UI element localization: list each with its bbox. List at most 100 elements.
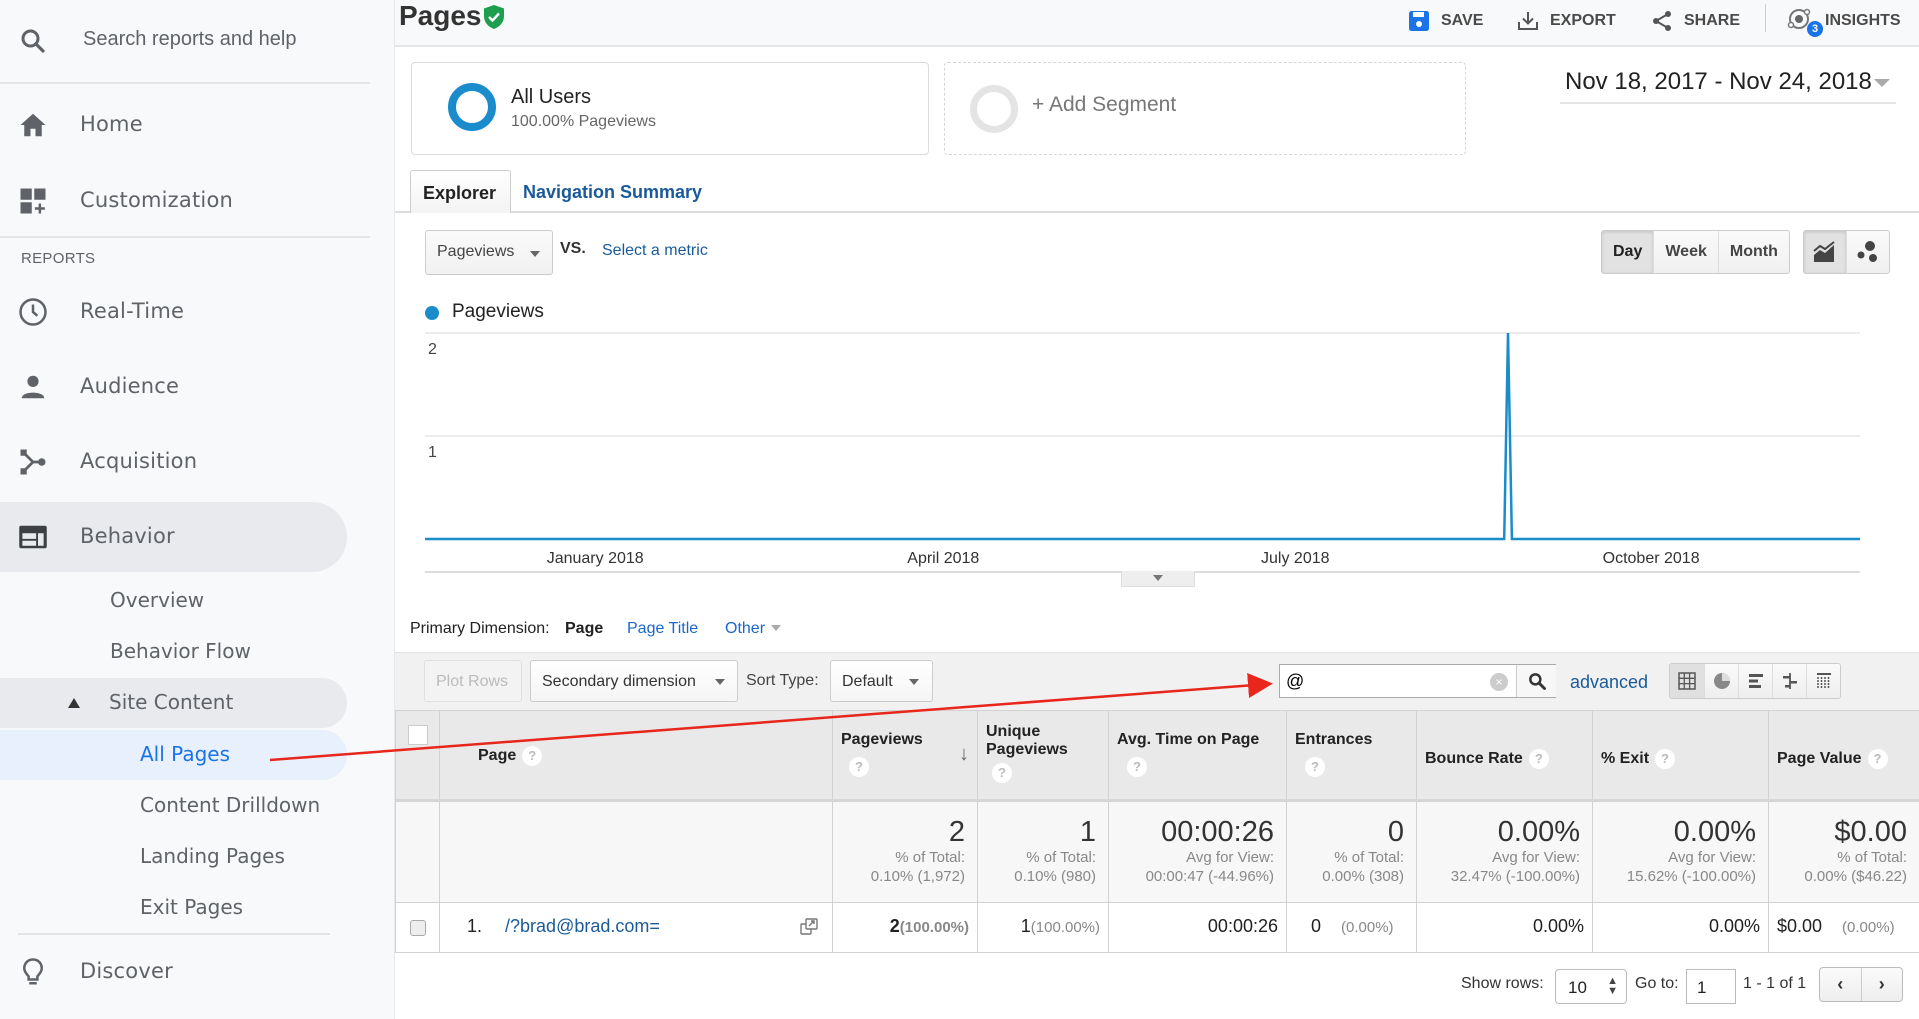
next-page-button[interactable]: › [1862, 968, 1903, 1001]
row-select-cell [395, 902, 440, 953]
sidebar-item-customization[interactable]: Customization [0, 166, 347, 236]
column-header-bounce-rate[interactable]: Bounce Rate? [1416, 710, 1593, 802]
sidebar-item-exit-pages[interactable]: Exit Pages [0, 883, 347, 933]
sidebar-item-acquisition[interactable]: Acquisition [0, 427, 347, 497]
column-header-page[interactable]: Page? [439, 710, 833, 802]
chart-collapse-handle[interactable] [1121, 571, 1195, 587]
column-header-entrances[interactable]: Entrances? [1286, 710, 1417, 802]
help-icon[interactable]: ? [849, 757, 869, 777]
total-value: 0 [1387, 816, 1404, 848]
goto-input[interactable]: 1 [1686, 969, 1736, 1004]
tab-navigation-summary[interactable]: Navigation Summary [511, 170, 714, 213]
advanced-filter-link[interactable]: advanced [1570, 672, 1648, 693]
sidebar-item-behavior[interactable]: Behavior [0, 502, 347, 572]
help-icon[interactable]: ? [992, 763, 1012, 783]
insights-label: INSIGHTS [1825, 12, 1901, 29]
column-header-exit[interactable]: % Exit? [1592, 710, 1769, 802]
show-rows-select[interactable]: 10 ▲ ▼ [1555, 969, 1627, 1004]
add-segment-button[interactable]: + Add Segment [944, 62, 1466, 155]
chevron-down-icon [1153, 575, 1163, 581]
legend-label-pageviews: Pageviews [452, 301, 544, 322]
pivot-view-button[interactable] [1806, 664, 1840, 698]
help-icon[interactable]: ? [522, 746, 543, 766]
other-label: Other [725, 620, 766, 637]
sidebar-item-label: Content Drilldown [140, 793, 321, 817]
sidebar-item-realtime[interactable]: Real-Time [0, 277, 347, 347]
share-button[interactable]: SHARE [1650, 6, 1740, 36]
bounce-rate-cell: 0.00% [1416, 902, 1593, 953]
filter-input[interactable] [1286, 669, 1506, 693]
line-chart-button[interactable] [1804, 231, 1846, 273]
search-icon [21, 29, 45, 53]
help-icon[interactable]: ? [1867, 749, 1888, 769]
metric-dropdown[interactable]: Pageviews [425, 230, 553, 275]
help-icon[interactable]: ? [1655, 749, 1676, 769]
chevron-left-icon: ‹ [1837, 974, 1844, 994]
comparison-view-button[interactable] [1772, 664, 1806, 698]
sidebar-item-overview[interactable]: Overview [0, 576, 347, 626]
column-header-avg-time[interactable]: Avg. Time on Page? [1108, 710, 1287, 802]
data-view-button[interactable] [1670, 664, 1704, 698]
performance-view-button[interactable] [1738, 664, 1772, 698]
select-all-cell [395, 710, 440, 802]
primary-dimension-page-title[interactable]: Page Title [627, 620, 698, 638]
export-button[interactable]: EXPORT [1516, 6, 1616, 36]
plot-rows-button[interactable]: Plot Rows [424, 660, 522, 702]
select-metric-link[interactable]: Select a metric [602, 242, 708, 260]
total-detail: 0.10% (1,972) [870, 868, 965, 885]
sidebar-item-landing-pages[interactable]: Landing Pages [0, 832, 347, 882]
sidebar-search[interactable]: Search reports and help [0, 0, 370, 84]
sidebar-item-all-pages[interactable]: All Pages [0, 730, 347, 780]
help-icon[interactable]: ? [1127, 757, 1147, 777]
tab-explorer[interactable]: Explorer [410, 170, 511, 213]
help-icon[interactable]: ? [1528, 749, 1549, 769]
sidebar-item-site-content[interactable]: Site Content [0, 678, 347, 728]
insights-button[interactable]: 3 INSIGHTS [1787, 6, 1901, 37]
date-range-picker[interactable]: Nov 18, 2017 - Nov 24, 2018 [1560, 64, 1896, 104]
granularity-month-button[interactable]: Month [1717, 231, 1789, 273]
x-tick-label: July 2018 [1261, 550, 1330, 567]
header-separator [1765, 4, 1766, 32]
sidebar-item-content-drilldown[interactable]: Content Drilldown [0, 781, 347, 831]
help-icon[interactable]: ? [1305, 757, 1325, 777]
row-checkbox[interactable] [409, 920, 426, 936]
filter-search-button[interactable] [1516, 665, 1556, 697]
floppy-disk-icon [1409, 11, 1429, 31]
sidebar-divider [18, 933, 330, 935]
sidebar-item-home[interactable]: Home [0, 90, 347, 160]
secondary-dimension-dropdown[interactable]: Secondary dimension [530, 660, 738, 702]
column-label: Bounce Rate [1425, 750, 1523, 768]
save-button[interactable]: SAVE [1407, 6, 1483, 36]
select-all-checkbox[interactable] [407, 725, 428, 745]
open-external-icon[interactable] [800, 918, 818, 936]
sort-type-dropdown[interactable]: Default [830, 660, 933, 702]
person-icon [21, 375, 45, 399]
column-header-pageviews[interactable]: Pageviews? ↓ [832, 710, 978, 802]
pivot-icon [1816, 673, 1831, 688]
total-detail: 0.10% (980) [1014, 868, 1096, 885]
percentage-view-button[interactable] [1704, 664, 1738, 698]
page-value-cell: $0.00 (0.00%) [1768, 902, 1919, 953]
column-header-page-value[interactable]: Page Value? [1768, 710, 1919, 802]
total-detail: 0.00% ($46.22) [1804, 868, 1907, 885]
chevron-down-icon [909, 679, 919, 685]
segment-all-users[interactable]: All Users 100.00% Pageviews [411, 62, 929, 155]
search-placeholder[interactable]: Search reports and help [83, 28, 296, 51]
granularity-day-button[interactable]: Day [1602, 231, 1654, 273]
total-caption: % of Total: [1334, 849, 1404, 866]
total-page-value: $0.00% of Total: 0.00% ($46.22) [1768, 800, 1919, 903]
clear-filter-icon[interactable]: × [1490, 673, 1508, 691]
sidebar-item-discover[interactable]: Discover [0, 937, 347, 1007]
granularity-week-button[interactable]: Week [1653, 231, 1718, 273]
primary-dimension-page[interactable]: Page [565, 620, 603, 638]
chevron-down-icon [715, 679, 725, 685]
motion-chart-button[interactable] [1846, 231, 1889, 273]
chevron-down-icon [771, 625, 782, 631]
previous-page-button[interactable]: ‹ [1820, 968, 1862, 1001]
sidebar-item-behavior-flow[interactable]: Behavior Flow [0, 627, 347, 677]
total-detail: 0.00% (308) [1322, 868, 1404, 885]
primary-dimension-other[interactable]: Other [725, 620, 782, 638]
column-header-unique-pageviews[interactable]: Unique Pageviews? [977, 710, 1109, 802]
sidebar-item-audience[interactable]: Audience [0, 352, 347, 422]
page-path-link[interactable]: /?brad@brad.com= [505, 916, 660, 936]
